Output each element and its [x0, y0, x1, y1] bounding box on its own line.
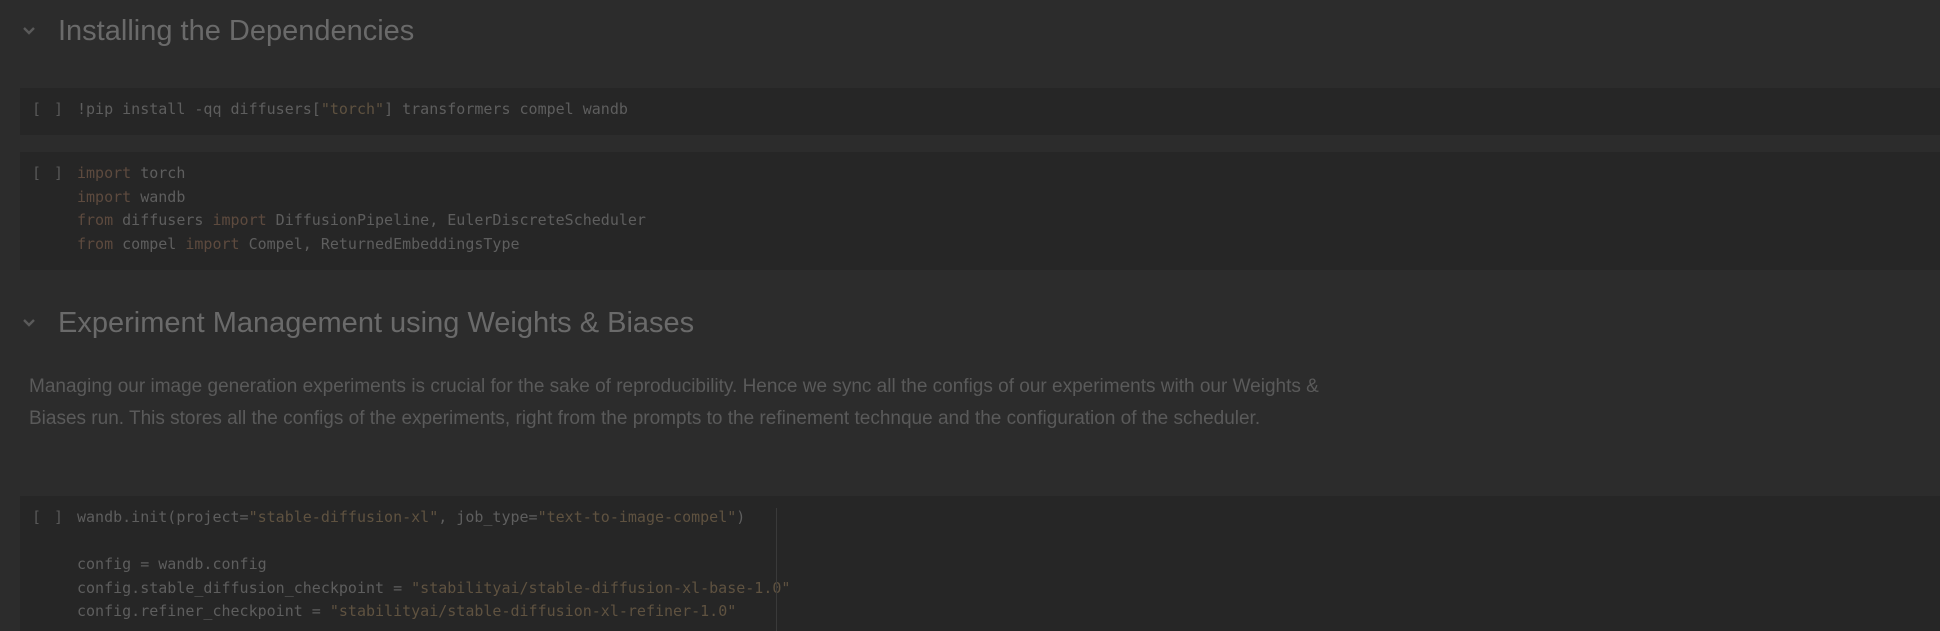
section-header-dependencies[interactable]: Installing the Dependencies [0, 11, 414, 51]
section-title: Experiment Management using Weights & Bi… [58, 306, 695, 339]
code-cell-wandb[interactable]: [ ] wandb.init(project="stable-diffusion… [20, 496, 1940, 631]
run-cell-button[interactable]: [ ] [32, 508, 65, 526]
run-cell-button[interactable]: [ ] [32, 164, 65, 182]
markdown-paragraph: Managing our image generation experiment… [29, 376, 1319, 429]
run-cell-button[interactable]: [ ] [32, 100, 65, 118]
code-editor[interactable]: import torch import wandb from diffusers… [77, 162, 646, 256]
editor-ruler [776, 508, 777, 631]
section-header-experiment-management[interactable]: Experiment Management using Weights & Bi… [0, 303, 694, 343]
chevron-down-icon[interactable] [22, 316, 36, 330]
code-cell-pip[interactable]: [ ] !pip install -qq diffusers["torch"] … [20, 88, 1940, 135]
section-title: Installing the Dependencies [58, 14, 415, 47]
code-cell-imports[interactable]: [ ] import torch import wandb from diffu… [20, 152, 1940, 270]
code-editor[interactable]: !pip install -qq diffusers["torch"] tran… [77, 98, 628, 122]
chevron-down-icon[interactable] [22, 24, 36, 38]
code-editor[interactable]: wandb.init(project="stable-diffusion-xl"… [77, 506, 790, 624]
